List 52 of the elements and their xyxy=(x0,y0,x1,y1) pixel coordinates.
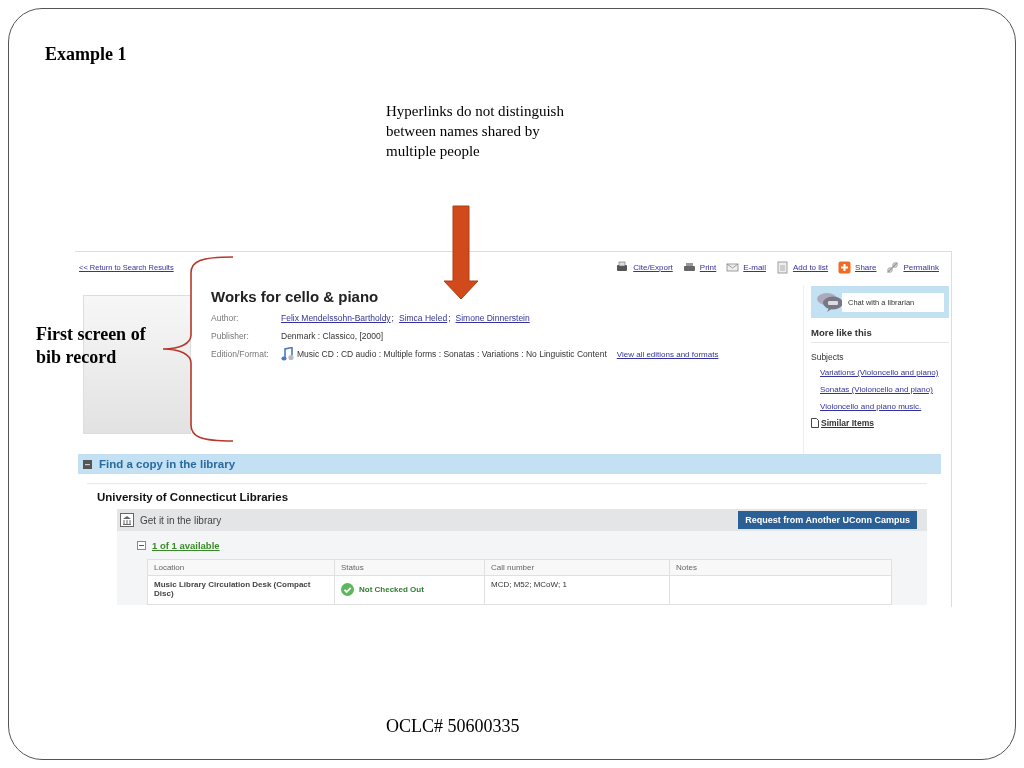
subjects-label: Subjects xyxy=(811,352,845,362)
subject-link[interactable]: Sonatas (Violoncello and piano) xyxy=(820,383,949,396)
separator-text: ; xyxy=(391,313,394,323)
column-header: Call number xyxy=(484,559,670,576)
action-link[interactable]: Cite/Export xyxy=(633,263,673,272)
field-label: Author: xyxy=(211,313,240,323)
chain-link-icon xyxy=(886,261,900,274)
check-icon xyxy=(341,583,354,596)
column-header: Status xyxy=(334,559,485,576)
field-label: Publisher: xyxy=(211,331,250,341)
author-link[interactable]: Simone Dinnerstein xyxy=(455,313,530,323)
subject-link[interactable]: Variations (Violoncello and piano) xyxy=(820,366,949,379)
clipboard-icon xyxy=(775,261,789,274)
action-link[interactable]: Print xyxy=(699,263,717,272)
availability-link[interactable]: 1 of 1 available xyxy=(152,540,220,551)
section-title: Find a copy in the library xyxy=(99,458,236,470)
callout-text: First screen of bib record xyxy=(36,323,147,369)
sidebar-heading: More like this xyxy=(811,327,949,343)
footer-text: OCLC# 50600335 xyxy=(386,716,520,737)
action-link[interactable]: Share xyxy=(855,263,877,272)
status-text: Not Checked Out xyxy=(359,585,424,594)
editions-link[interactable]: View all editions and formats xyxy=(616,349,719,359)
author-link[interactable]: Simca Heled xyxy=(399,313,448,323)
panel-title: Get it in the library xyxy=(140,514,223,526)
printer-icon xyxy=(616,261,630,274)
envelope-icon xyxy=(726,261,740,274)
document-icon xyxy=(811,418,819,428)
library-name: University of Connecticut Libraries xyxy=(97,491,290,503)
author-link[interactable]: Felix Mendelssohn-Bartholdy xyxy=(281,313,391,323)
action-link[interactable]: Add to list xyxy=(792,263,829,272)
field-label: Edition/Format: xyxy=(211,349,270,359)
plus-icon xyxy=(838,261,852,274)
column-header: Location xyxy=(147,559,335,576)
column-header: Notes xyxy=(669,559,892,576)
building-icon xyxy=(120,513,134,527)
action-link[interactable]: Permalink xyxy=(903,263,939,272)
printer-icon xyxy=(682,261,696,274)
action-link[interactable]: E-mail xyxy=(743,263,766,272)
music-note-icon xyxy=(281,347,294,361)
annotation-text: Hyperlinks do not distinguish between names shared by multiple people xyxy=(386,102,565,161)
slide-title: Example 1 xyxy=(45,44,127,65)
request-button[interactable]: Request from Another UConn Campus xyxy=(738,511,917,529)
field-value: Denmark : Classico, [2000] xyxy=(281,331,384,341)
separator-text: ; xyxy=(448,313,451,323)
collapse-toggle[interactable] xyxy=(137,541,146,550)
record-title: Works for cello & piano xyxy=(211,288,380,305)
collapse-icon xyxy=(83,459,92,469)
table-cell: MCD; M52; MCoW; 1 xyxy=(484,575,670,605)
table-cell: Music Library Circulation Desk (Compact Disc) xyxy=(147,575,335,605)
field-value: Music CD : CD audio : Multiple forms : Sonatas : Variations : No Linguistic Content xyxy=(297,349,607,359)
subject-link[interactable]: Violoncello and piano music. xyxy=(820,400,949,413)
similar-items-link[interactable]: Similar Items xyxy=(821,418,874,428)
